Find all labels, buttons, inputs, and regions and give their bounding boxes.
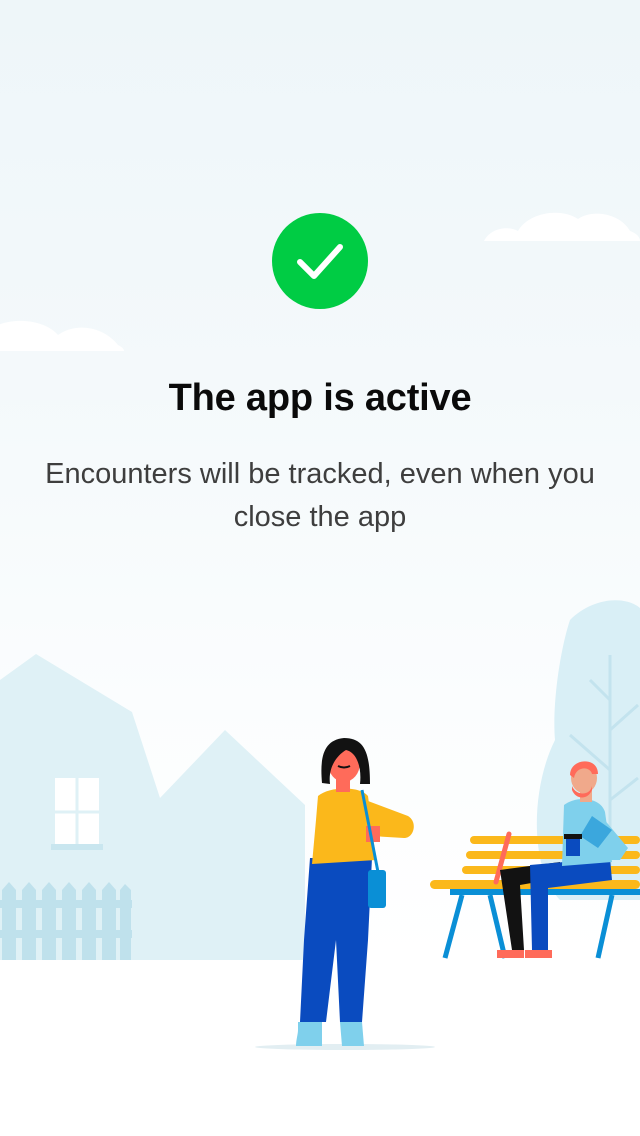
page-title: The app is active (168, 377, 472, 419)
cloud-icon (0, 320, 124, 351)
page-subtitle: Encounters will be tracked, even when yo… (45, 458, 595, 533)
onboarding-screen: The app is active Encounters will be tra… (0, 0, 640, 1136)
cloud-icon (484, 212, 640, 241)
park-scene-illustration (0, 600, 640, 1050)
checkmark-icon (297, 244, 343, 279)
checkmark-circle-icon (272, 213, 368, 309)
